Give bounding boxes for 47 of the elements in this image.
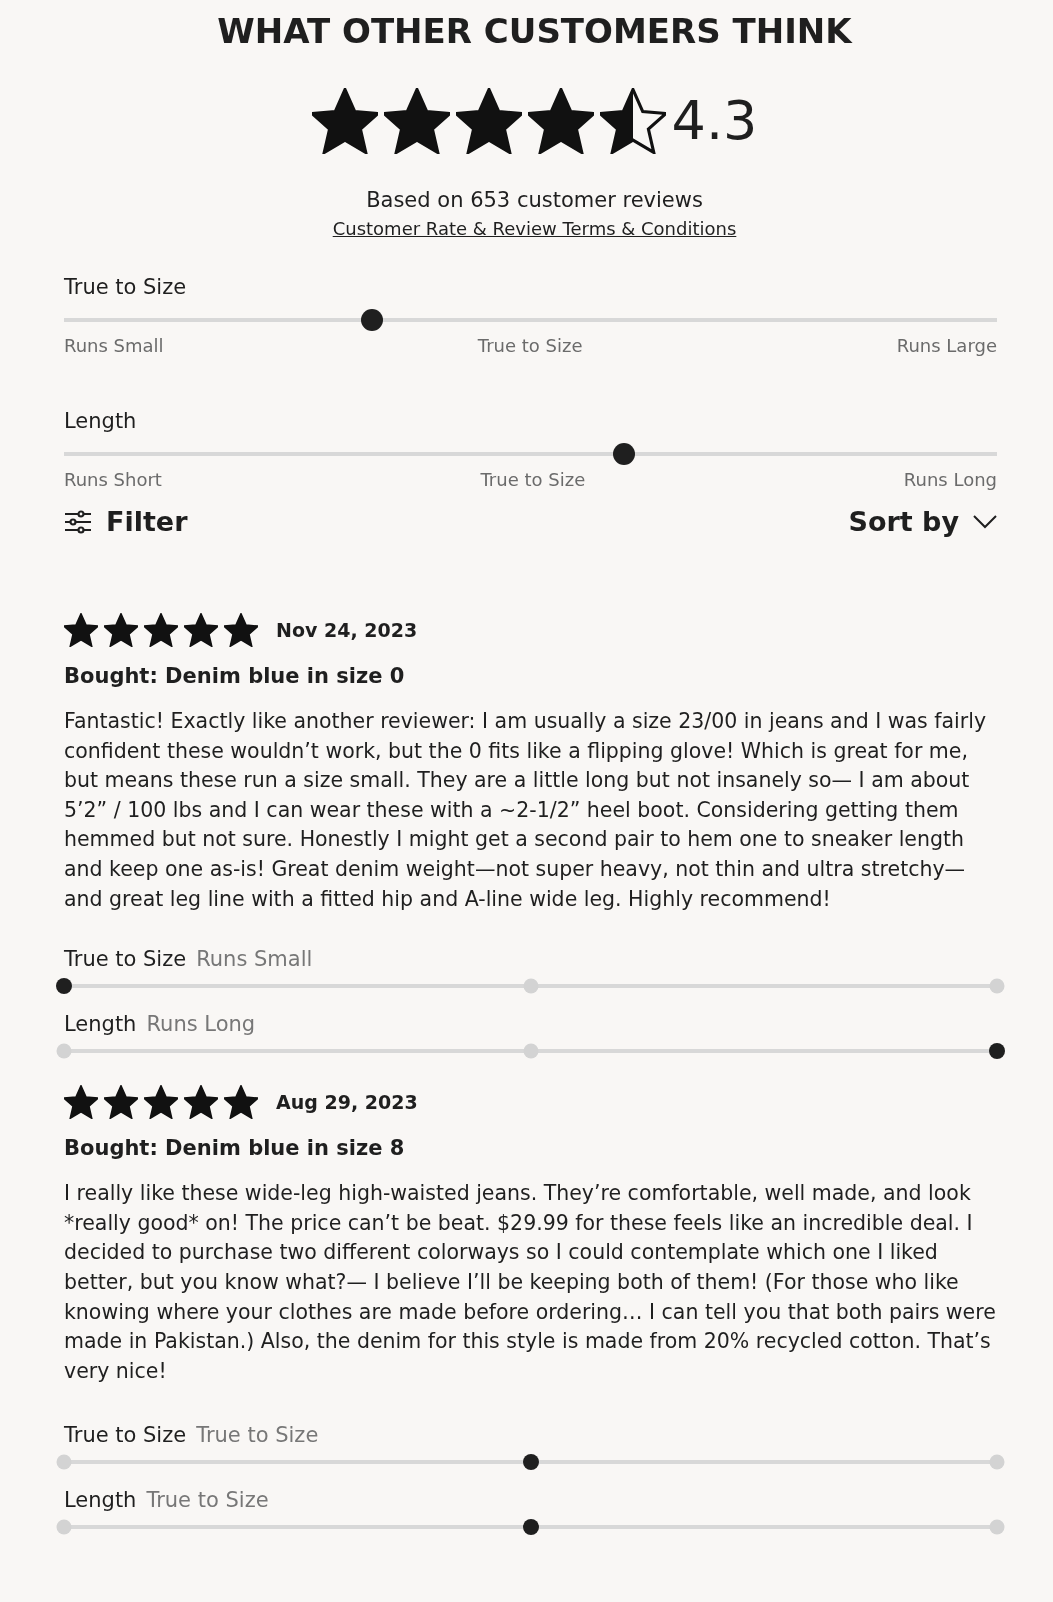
purchase-info: Bought: Denim blue in size 0 [64, 663, 406, 690]
star-icon [184, 613, 218, 647]
fit-label: True to Size [64, 946, 187, 974]
star-icon [64, 613, 98, 647]
scale-label: Runs Short [64, 468, 162, 492]
fit-label: Length [64, 1011, 137, 1039]
star-icon [455, 88, 522, 154]
star-icon [104, 1085, 138, 1120]
terms-link[interactable]: Customer Rate & Review Terms & Conditions [332, 216, 737, 242]
section-title: WHAT OTHER CUSTOMERS THINK [216, 10, 854, 53]
filter-icon [64, 509, 92, 534]
scale-label: True to Size [480, 468, 586, 492]
review-text: I really like these wide-leg high-waisted jeans. They’re comfortable, well made, and look *really good* on! The price can’t be beat. $29.99 for these feels like an incredible deal. I decided to purchase two different colorways so I could contemplate which one I liked better, but you know what?— I believe I’ll be keeping both of them! (For those who like knowing where your clothes are made before ordering… I can tell you that both pairs were made in Pakistan.) Also, the denim for this style is made from 20% recycled cotton. That’s very nice! [64, 1180, 997, 1385]
average-rating: 4.3 [671, 88, 758, 154]
fit-label: True to Size [64, 274, 188, 301]
scale-label: True to Size [477, 334, 583, 358]
fit-label: Length [64, 408, 138, 435]
scale-label: Runs Small [64, 334, 164, 358]
fit-label: Length [64, 1487, 137, 1515]
review-date: Aug 29, 2023 [276, 1091, 418, 1114]
star-icon [144, 613, 178, 647]
scale-label: Runs Large [896, 334, 997, 358]
review-text: Fantastic! Exactly like another reviewer: I am usually a size 23/00 in jeans and I was fairly confident these wouldn’t work, but the 0 fits like a flipping glove! Which is great for me, but means these run a size small. They are a little long but not insanely so— I am about 5’2” / 100 lbs and I can wear these with a ~2-1/2” heel boot. Considering getting them hemmed but not sure. Honestly I might get a second pair to hem one to sneaker length and keep one as-is! Great denim weight—not super heavy, not thin and ultra stretchy—and great leg line with a fitted hip and A-line wide leg. Highly recommend! [64, 708, 987, 913]
star-icon [184, 1085, 218, 1120]
star-icon [224, 1085, 258, 1120]
fit-value: Runs Small [196, 946, 313, 974]
filter-button[interactable]: Filter [64, 506, 188, 537]
half-star-icon [599, 88, 666, 154]
chevron-down-icon [973, 514, 997, 529]
star-icon [144, 1085, 178, 1120]
fit-value: True to Size [146, 1487, 269, 1515]
slider-thumb[interactable] [360, 309, 383, 331]
star-icon [383, 88, 450, 154]
star-icon [311, 88, 378, 154]
sort-button[interactable]: Sort by [848, 506, 997, 537]
star-icon [527, 88, 594, 154]
slider-thumb[interactable] [612, 443, 635, 465]
review-date: Nov 24, 2023 [276, 619, 418, 641]
purchase-info: Bought: Denim blue in size 8 [64, 1135, 406, 1163]
fit-value: Runs Long [146, 1011, 256, 1039]
scale-label: Runs Long [903, 468, 997, 492]
review-count: Based on 653 customer reviews [365, 187, 704, 214]
star-icon [224, 613, 258, 647]
star-icon [64, 1085, 98, 1120]
star-icon [104, 613, 138, 647]
fit-value: True to Size [196, 1422, 319, 1450]
fit-label: True to Size [64, 1422, 187, 1450]
